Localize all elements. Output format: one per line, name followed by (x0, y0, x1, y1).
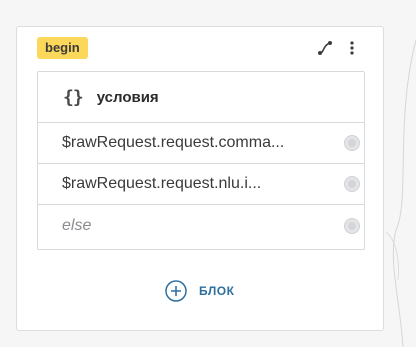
plus-circle-icon (165, 280, 187, 302)
conditions-block[interactable]: {} условия $rawRequest.request.comma... … (37, 71, 365, 250)
flow-node-card[interactable]: begin {} условия $rawRequest.request.com… (16, 26, 384, 331)
condition-row[interactable]: $rawRequest.request.comma... (38, 123, 364, 164)
block-title: условия (96, 88, 159, 106)
connection-handle[interactable] (344, 176, 360, 192)
else-text: else (62, 216, 92, 234)
connection-handle[interactable] (344, 135, 360, 151)
start-badge: begin (37, 37, 88, 59)
condition-row[interactable]: $rawRequest.request.nlu.i... (38, 164, 364, 205)
else-row[interactable]: else (38, 205, 364, 246)
add-block-button[interactable]: БЛОК (165, 279, 234, 303)
kebab-menu-icon[interactable] (343, 39, 361, 57)
condition-text: $rawRequest.request.comma... (62, 134, 285, 151)
add-block-label: БЛОК (199, 284, 235, 298)
condition-text: $rawRequest.request.nlu.i... (62, 175, 262, 192)
block-header: {} условия (38, 72, 364, 123)
braces-icon: {} (63, 86, 84, 108)
connection-handle[interactable] (344, 217, 360, 234)
path-route-icon[interactable] (316, 39, 334, 57)
